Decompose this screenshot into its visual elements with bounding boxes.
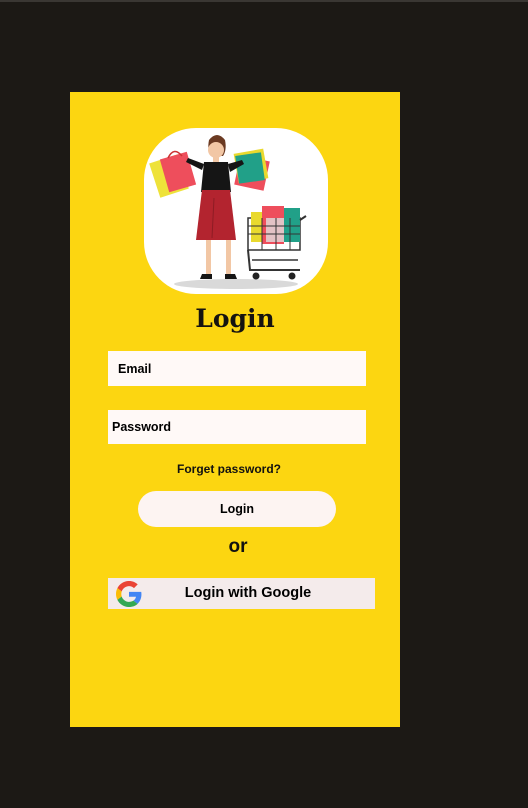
forgot-password-link[interactable]: Forget password? [70, 462, 388, 476]
google-logo-icon [116, 581, 142, 607]
email-field[interactable] [108, 351, 366, 386]
window-top-strip [0, 0, 528, 2]
shopping-illustration [144, 128, 328, 294]
login-card: Login Forget password? Login or Login wi… [70, 92, 400, 727]
password-field[interactable] [108, 410, 366, 444]
google-login-button[interactable]: Login with Google [108, 578, 375, 609]
shopping-woman-illustration [149, 135, 307, 289]
google-login-label: Login with Google [184, 585, 312, 601]
page-title: Login [195, 304, 275, 333]
login-button[interactable]: Login [138, 491, 336, 527]
or-divider: or [228, 536, 248, 557]
